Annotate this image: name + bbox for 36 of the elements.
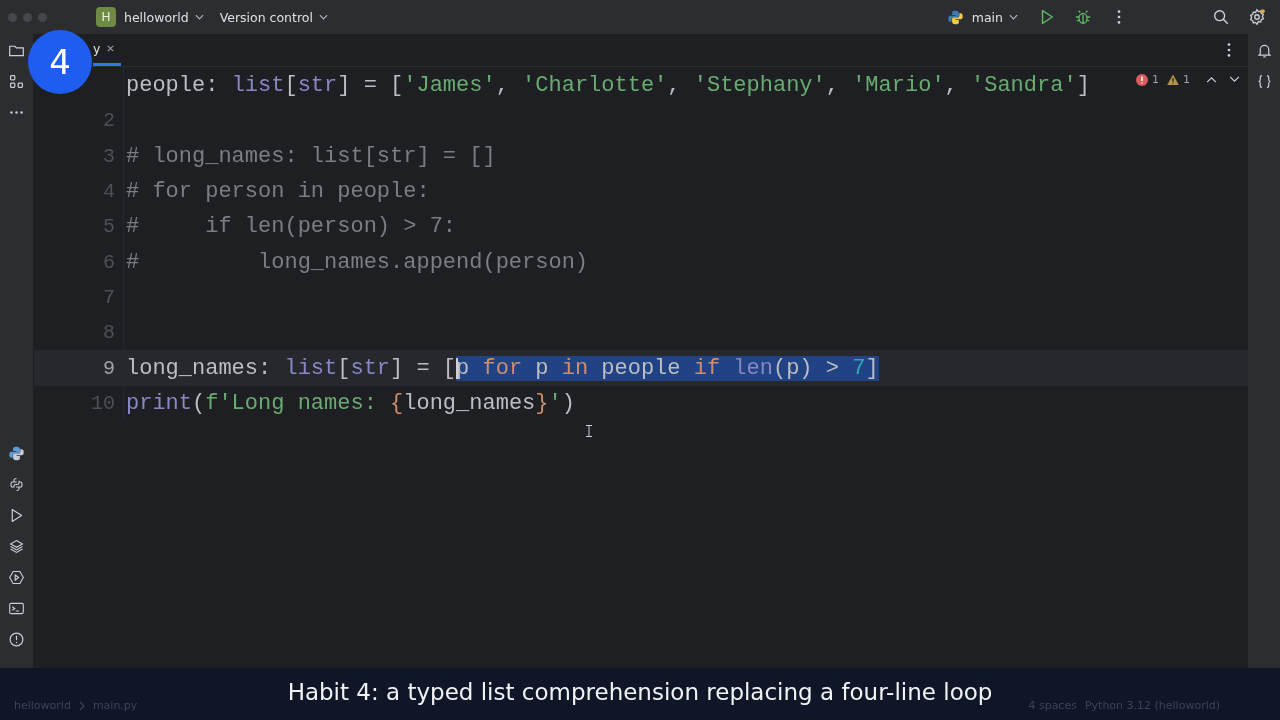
chevron-down-icon	[1009, 14, 1018, 20]
code-line: # if len(person) > 7:	[125, 214, 457, 240]
services-icon[interactable]	[8, 569, 25, 586]
project-badge: H	[96, 7, 116, 27]
code-line: # for person in people:	[125, 179, 430, 205]
step-badge: 4	[28, 30, 92, 94]
code-line: # long_names: list[str] = []	[125, 143, 496, 169]
warning-count: 1	[1183, 73, 1190, 86]
search-icon[interactable]	[1212, 8, 1230, 26]
python-icon	[946, 8, 964, 26]
settings-icon[interactable]	[1248, 8, 1266, 26]
chevron-down-icon	[194, 14, 204, 20]
code-line: people: list[str] = ['James', 'Charlotte', 'Stephany', 'Mario', 'Sandra']	[125, 73, 1090, 99]
python-icon[interactable]	[8, 445, 25, 462]
chevron-down-icon	[318, 14, 328, 20]
layers-icon[interactable]	[8, 538, 25, 555]
terminal-icon[interactable]	[8, 600, 25, 617]
project-dropdown[interactable]: helloworld	[122, 7, 212, 27]
structure-icon[interactable]	[8, 73, 25, 90]
chevron-down-icon[interactable]	[1229, 76, 1240, 83]
close-icon[interactable]	[106, 44, 116, 53]
bug-icon[interactable]	[1074, 8, 1092, 26]
error-count: 1	[1152, 73, 1159, 86]
notifications-icon[interactable]	[1255, 42, 1273, 59]
error-icon	[1136, 73, 1148, 86]
warning-icon	[1167, 73, 1179, 86]
run-configuration-dropdown[interactable]: main	[969, 7, 1026, 27]
code-line: # long_names.append(person)	[125, 249, 589, 275]
line-number: 9	[103, 356, 115, 380]
text-cursor-icon	[586, 425, 592, 437]
chevron-up-icon[interactable]	[1206, 76, 1217, 83]
version-control-dropdown[interactable]: Version control	[217, 7, 336, 27]
code-line: print(f'Long names: {long_names}')	[125, 390, 575, 416]
python-console-icon[interactable]	[8, 476, 25, 493]
problems-icon[interactable]	[8, 631, 25, 648]
chevron-icon	[78, 700, 85, 711]
